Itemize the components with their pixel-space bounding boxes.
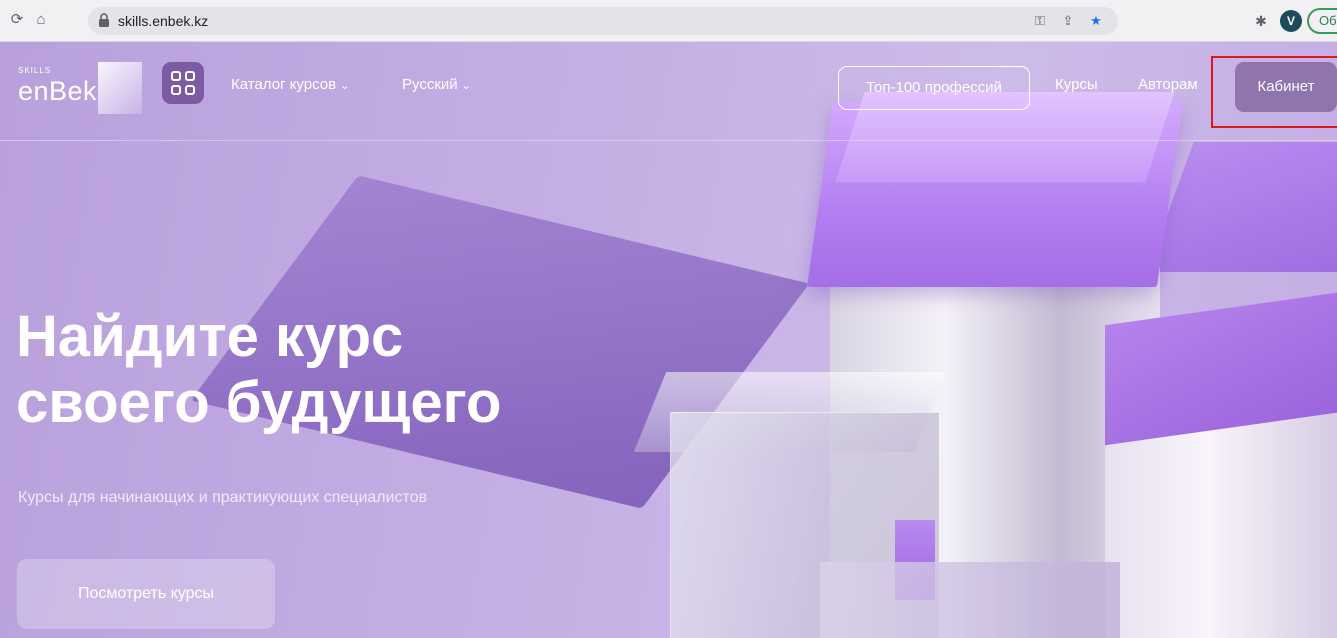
nav-courses-link[interactable]: Курсы: [1055, 76, 1098, 93]
nav-catalog-label: Каталог курсов: [231, 76, 337, 93]
update-button[interactable]: Об: [1307, 8, 1337, 34]
apps-grid-button[interactable]: [162, 62, 204, 104]
hero-title: Найдите курс своего будущего: [16, 304, 656, 436]
header-divider: [0, 140, 1337, 141]
top100-button[interactable]: Топ-100 профессий: [838, 66, 1030, 110]
hero-section: SKILLS enBek Каталог курсов ⌄ Русский ⌄ То…: [0, 42, 1337, 638]
chevron-down-icon: ⌄: [461, 80, 471, 92]
chevron-down-icon: ⌄: [340, 80, 350, 92]
profile-avatar[interactable]: V: [1280, 10, 1302, 32]
highlight-box: [1211, 56, 1337, 128]
nav-authors-link[interactable]: Авторам: [1138, 76, 1198, 93]
nav-language-dropdown[interactable]: Русский ⌄: [402, 76, 471, 93]
hero-subtitle: Курсы для начинающих и практикующих спец…: [18, 489, 428, 506]
logo-text: enBek: [18, 76, 98, 106]
key-icon[interactable]: ⚿: [1030, 11, 1050, 31]
bookmark-star-icon[interactable]: ★: [1086, 11, 1106, 31]
lock-icon: [99, 13, 109, 27]
grid-icon: [171, 71, 181, 81]
reload-icon[interactable]: ⟳: [6, 9, 28, 31]
nav-catalog-dropdown[interactable]: Каталог курсов ⌄: [231, 76, 349, 93]
browser-toolbar: ⟳ ⌂ skills.enbek.kz ⚿ ⇪ ★ ✱ V Об: [0, 0, 1337, 42]
logo-small-text: SKILLS: [18, 66, 52, 75]
hero-title-line2: своего будущего: [16, 370, 502, 435]
hero-title-line1: Найдите курс: [16, 304, 404, 369]
site-logo[interactable]: SKILLS enBek: [18, 62, 148, 114]
nav-language-label: Русский: [402, 76, 458, 93]
view-courses-button[interactable]: Посмотреть курсы: [17, 559, 275, 629]
home-icon[interactable]: ⌂: [30, 9, 52, 31]
decor-bottom-glass: [820, 562, 1120, 638]
decor-block: [1146, 142, 1337, 272]
address-bar[interactable]: skills.enbek.kz ⚿ ⇪ ★: [88, 7, 1118, 35]
share-icon[interactable]: ⇪: [1058, 11, 1078, 31]
logo-mark-icon: [98, 62, 142, 114]
url-text: skills.enbek.kz: [118, 13, 209, 29]
extensions-icon[interactable]: ✱: [1250, 10, 1272, 32]
